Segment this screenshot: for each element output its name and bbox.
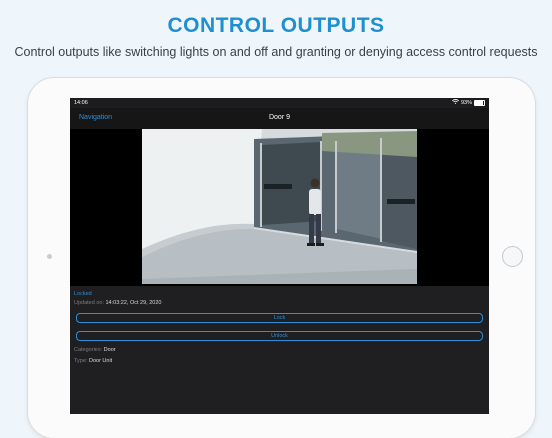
door-details-panel: Locked Updated on: 14:03:22, Oct 29, 202…: [70, 286, 489, 414]
type-value: Door Unit: [88, 358, 113, 364]
promo-headline: CONTROL OUTPUTS: [167, 14, 385, 37]
type-label: Type:: [74, 358, 88, 364]
categories-label: Categories:: [74, 347, 103, 353]
camera-frame-image: [142, 129, 417, 284]
page-title: Door 9: [268, 114, 290, 121]
lock-button[interactable]: Lock: [76, 313, 483, 323]
home-button[interactable]: [502, 246, 523, 267]
camera-video[interactable]: [70, 129, 489, 286]
door-state-label: Locked: [74, 291, 92, 297]
type-info: Type: Door Unit: [74, 358, 112, 364]
categories-value: Door: [103, 347, 116, 353]
status-indicators: 93%: [451, 99, 485, 106]
categories-info: Categories: Door: [74, 347, 116, 353]
unlock-button[interactable]: Unlock: [76, 331, 483, 341]
wifi-icon: [451, 99, 459, 106]
camera-dot: [47, 254, 52, 259]
updated-info: Updated on: 14:03:22, Oct 29, 2020: [74, 300, 161, 306]
navigation-bar: Navigation Door 9: [70, 108, 489, 129]
updated-label: Updated on:: [74, 300, 104, 306]
battery-icon: [474, 99, 485, 106]
status-bar: 14:06 93%: [70, 98, 489, 108]
status-time: 14:06: [74, 100, 88, 106]
promo-subtitle: Control outputs like switching lights on…: [14, 45, 538, 59]
app-screen: 14:06 93% Navigation Door 9 Locked Updat…: [70, 98, 489, 414]
battery-percent: 93%: [460, 99, 472, 106]
updated-value: 14:03:22, Oct 29, 2020: [105, 300, 162, 306]
